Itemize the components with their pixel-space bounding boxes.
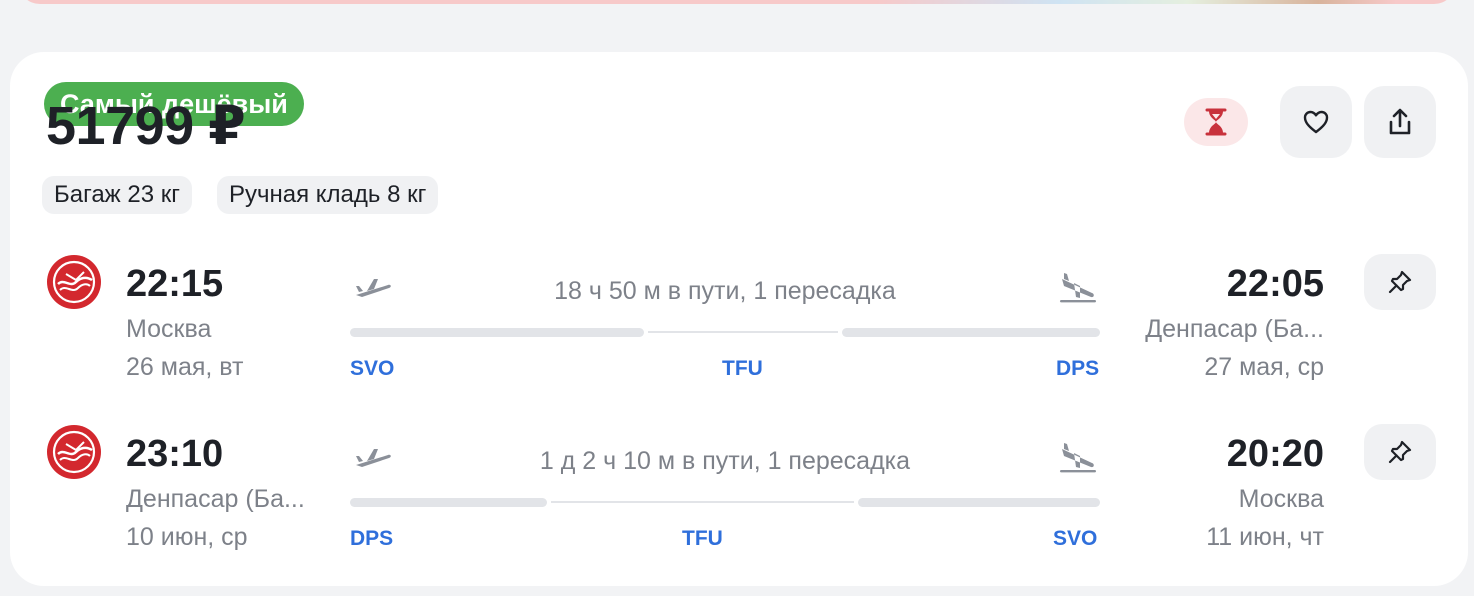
share-button[interactable] — [1364, 86, 1436, 158]
pin-button[interactable] — [1364, 424, 1436, 480]
flight-segment-bar — [350, 498, 547, 507]
airport-code-destination: SVO — [1053, 527, 1098, 550]
departure-city: Денпасар (Ба... — [126, 485, 305, 513]
arrival-time: 20:20 — [1226, 433, 1324, 475]
flight-segment-bar — [858, 498, 1100, 507]
heart-icon — [1303, 110, 1329, 134]
landing-plane-icon — [1060, 273, 1096, 303]
airport-code-destination: DPS — [1056, 357, 1100, 380]
carry-on-chip: Ручная кладь 8 кг — [217, 176, 439, 214]
trip-duration: 18 ч 50 м в пути, 1 пересадка — [554, 277, 896, 305]
airport-code-transfer: TFU — [682, 527, 723, 550]
departure-time: 22:15 — [126, 263, 224, 305]
trip-duration: 1 д 2 ч 10 м в пути, 1 пересадка — [539, 447, 911, 475]
landing-plane-icon — [1060, 443, 1096, 473]
favorite-button[interactable] — [1280, 86, 1352, 158]
arrival-date: 27 мая, ср — [1204, 353, 1324, 381]
price: 51799 ₽ — [46, 96, 246, 156]
layover-line — [648, 331, 838, 333]
departure-time: 23:10 — [126, 433, 224, 475]
departure-date: 26 мая, вт — [126, 353, 244, 381]
departure-city: Москва — [126, 315, 212, 343]
arrival-time: 22:05 — [1226, 263, 1324, 305]
layover-line — [551, 501, 854, 503]
departure-date: 10 июн, ср — [126, 523, 248, 551]
promo-banner-art — [876, 0, 1396, 4]
airport-code-origin: DPS — [350, 527, 394, 550]
arrival-date: 11 июн, чт — [1206, 523, 1324, 551]
airline-logo — [47, 425, 101, 479]
pin-icon — [1388, 440, 1412, 464]
pin-icon — [1388, 270, 1412, 294]
flight-segment-bar — [350, 328, 644, 337]
arrival-city: Денпасар (Ба... — [1145, 315, 1324, 343]
flight-segment-bar — [842, 328, 1100, 337]
hourglass-icon[interactable] — [1184, 98, 1248, 146]
airport-code-transfer: TFU — [722, 357, 763, 380]
airline-logo — [47, 255, 101, 309]
promo-banner[interactable] — [18, 0, 1456, 4]
airport-code-origin: SVO — [350, 357, 395, 380]
baggage-chip: Багаж 23 кг — [42, 176, 193, 214]
share-icon — [1389, 108, 1411, 135]
arrival-city: Москва — [1238, 485, 1324, 513]
pin-button[interactable] — [1364, 254, 1436, 310]
